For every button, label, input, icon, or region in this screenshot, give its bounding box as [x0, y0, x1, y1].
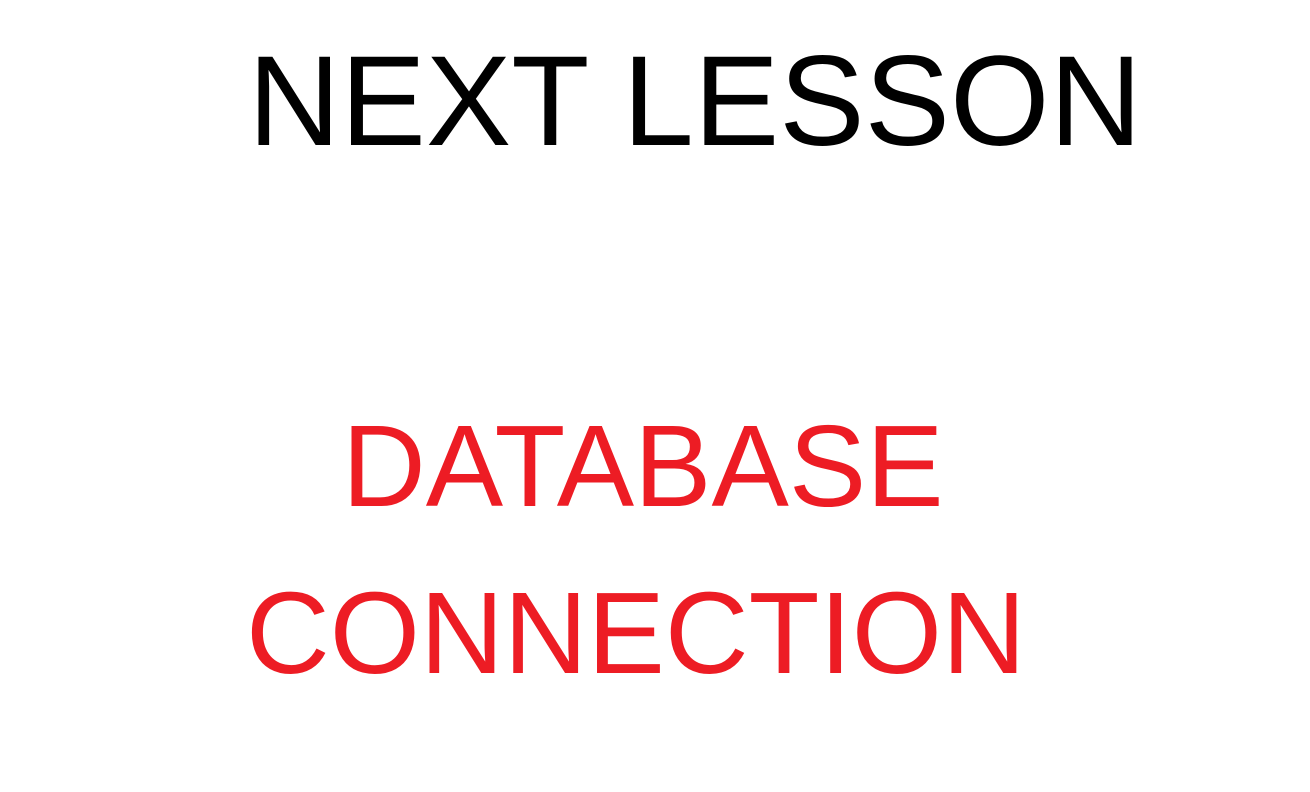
- topic-line-database: DATABASE: [342, 401, 944, 531]
- next-lesson-heading: NEXT LESSON: [248, 30, 1142, 173]
- topic-line-connection: CONNECTION: [246, 568, 1026, 698]
- lesson-slide: NEXT LESSON DATABASE CONNECTION: [0, 0, 1310, 792]
